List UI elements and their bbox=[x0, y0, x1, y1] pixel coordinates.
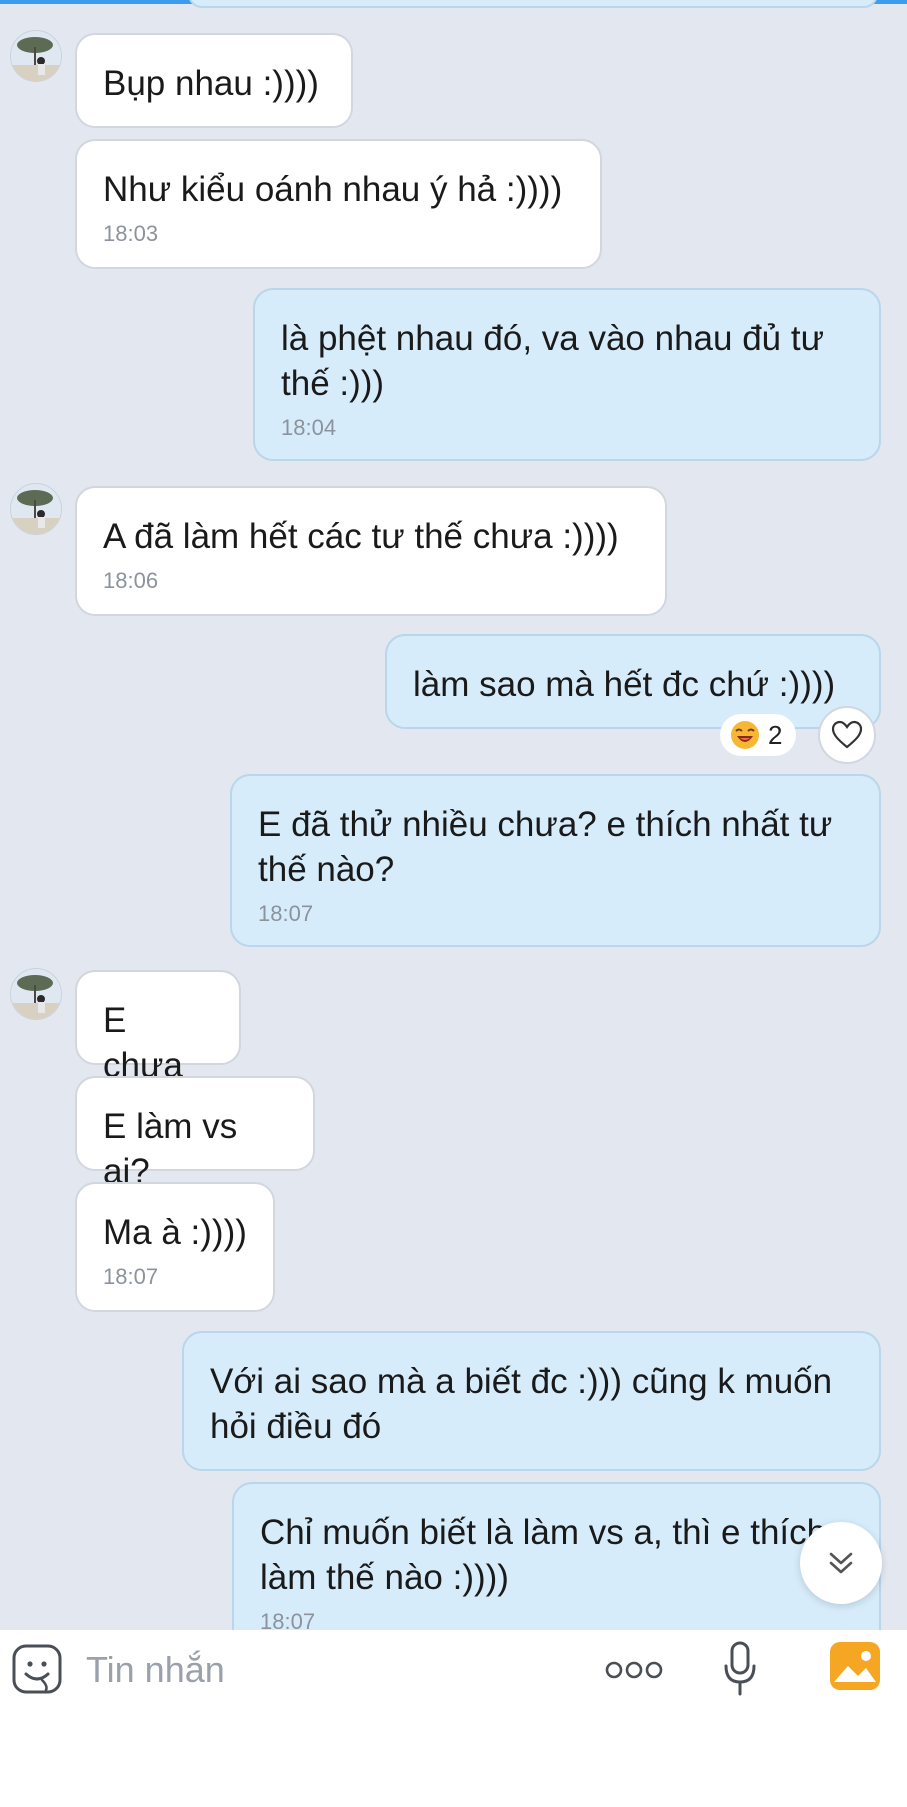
message-text: Như kiểu oánh nhau ý hả :)))) bbox=[103, 170, 563, 209]
message-bubble-incoming[interactable]: E chưa bbox=[75, 970, 241, 1085]
microphone-icon[interactable] bbox=[722, 1640, 758, 1698]
message-text: làm sao mà hết đc chứ :)))) bbox=[413, 665, 836, 704]
message-time: 18:07 bbox=[260, 1609, 316, 1630]
heart-icon bbox=[831, 720, 863, 749]
message-text: Với ai sao mà a biết đc :))) cũng k muốn… bbox=[210, 1362, 833, 1446]
message-text: là phệt nhau đó, va vào nhau đủ tư thế :… bbox=[281, 319, 825, 403]
message-text: Bụp nhau :)))) bbox=[103, 64, 319, 103]
message-bubble-incoming[interactable]: Ma à :)))) 18:07 bbox=[75, 1182, 275, 1312]
message-bubble-incoming[interactable]: A đã làm hết các tư thế chưa :)))) 18:06 bbox=[75, 486, 667, 616]
reaction-count: 2 bbox=[768, 719, 783, 750]
message-bubble-incoming[interactable]: Như kiểu oánh nhau ý hả :)))) 18:03 bbox=[75, 139, 602, 269]
message-bubble-outgoing[interactable]: là phệt nhau đó, va vào nhau đủ tư thế :… bbox=[253, 288, 881, 461]
avatar[interactable] bbox=[10, 968, 62, 1020]
chevron-double-down-icon bbox=[829, 1552, 853, 1574]
message-text: E làm vs ai? bbox=[103, 1107, 238, 1191]
message-bubble-outgoing[interactable]: làm sao mà hết đc chứ :)))) bbox=[385, 634, 881, 729]
more-icon[interactable] bbox=[604, 1650, 664, 1690]
message-text: E chưa bbox=[103, 1001, 183, 1085]
laughing-emoji-icon bbox=[731, 721, 759, 749]
message-text: Chỉ muốn biết là làm vs a, thì e thích l… bbox=[260, 1513, 827, 1597]
avatar-image bbox=[11, 31, 61, 81]
message-bubble-incoming[interactable]: Bụp nhau :)))) bbox=[75, 33, 353, 128]
message-bubble-outgoing[interactable]: Chỉ muốn biết là làm vs a, thì e thích l… bbox=[232, 1482, 881, 1630]
message-bubble-outgoing[interactable]: Với ai sao mà a biết đc :))) cũng k muốn… bbox=[182, 1331, 881, 1471]
message-time: 18:03 bbox=[103, 221, 159, 246]
message-text: Ma à :)))) bbox=[103, 1213, 247, 1252]
message-bubble-partial bbox=[188, 0, 878, 8]
chat-area[interactable]: Bụp nhau :)))) Như kiểu oánh nhau ý hả :… bbox=[0, 0, 907, 1630]
avatar-image bbox=[11, 969, 61, 1019]
avatar[interactable] bbox=[10, 483, 62, 535]
avatar-image bbox=[11, 484, 61, 534]
message-time: 18:07 bbox=[103, 1264, 159, 1289]
message-time: 18:06 bbox=[103, 568, 159, 593]
message-text: A đã làm hết các tư thế chưa :)))) bbox=[103, 517, 619, 556]
gallery-icon[interactable] bbox=[828, 1640, 882, 1692]
message-time: 18:07 bbox=[258, 901, 314, 926]
react-heart-button[interactable] bbox=[818, 706, 876, 764]
message-bubble-incoming[interactable]: E làm vs ai? bbox=[75, 1076, 315, 1191]
scroll-to-bottom-button[interactable] bbox=[800, 1522, 882, 1604]
reaction-badge[interactable]: 2 bbox=[720, 714, 796, 756]
message-input-bar: Tin nhắn bbox=[0, 1630, 907, 1807]
sticker-icon[interactable] bbox=[12, 1644, 62, 1694]
message-input[interactable]: Tin nhắn bbox=[86, 1648, 225, 1692]
message-text: E đã thử nhiều chưa? e thích nhất tư thế… bbox=[258, 805, 833, 889]
message-bubble-outgoing[interactable]: E đã thử nhiều chưa? e thích nhất tư thế… bbox=[230, 774, 881, 947]
avatar[interactable] bbox=[10, 30, 62, 82]
message-time: 18:04 bbox=[281, 415, 337, 440]
